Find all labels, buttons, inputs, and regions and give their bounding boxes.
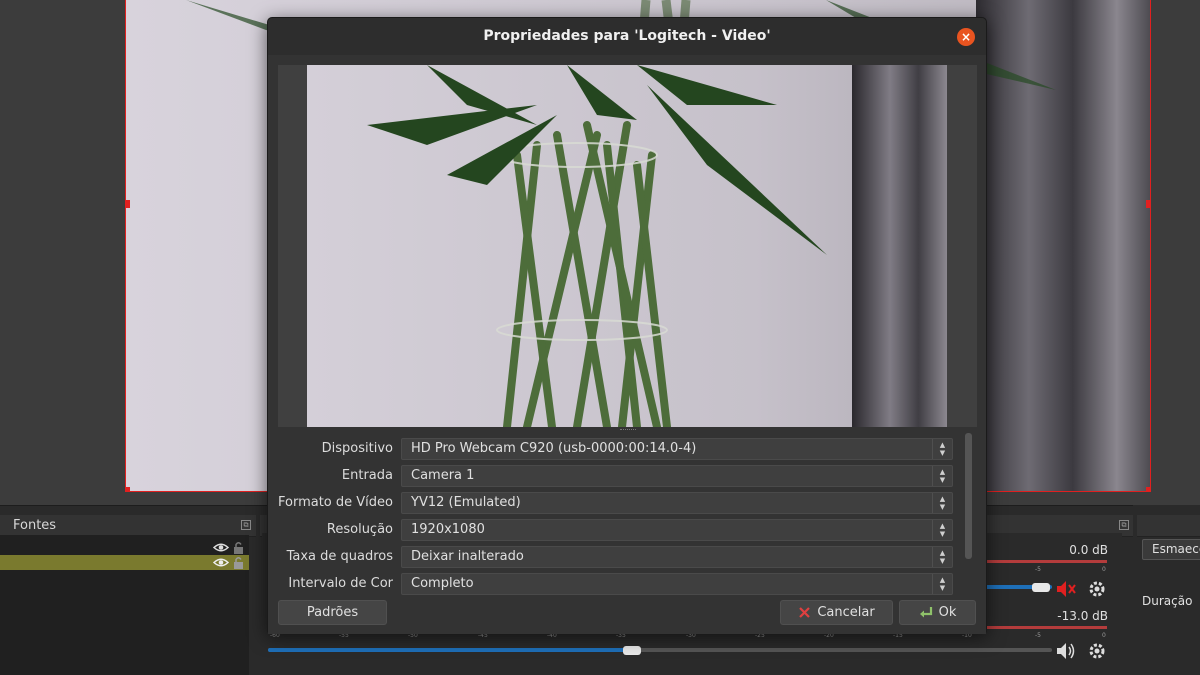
source-item[interactable] [0,540,249,555]
combo-value: YV12 (Emulated) [411,495,521,510]
source-item-selected[interactable] [0,555,249,570]
combo-arrows-icon: ▲ ▼ [932,493,952,513]
meter-tick: 0 [1102,632,1106,639]
resolution-select[interactable]: 1920x1080 ▲ ▼ [401,519,953,541]
ok-icon [919,607,932,618]
property-label: Resolução [326,522,393,537]
sources-title: Fontes [13,518,57,533]
channel1-volume-knob[interactable] [1032,583,1050,592]
float-dock-icon[interactable]: ⧉ [241,520,251,530]
cancel-button[interactable]: Cancelar [780,600,893,625]
properties-scrollbar[interactable] [965,433,972,559]
cancel-icon [799,607,811,618]
duration-label: Duração [1142,594,1193,608]
property-device: Dispositivo HD Pro Webcam C920 (usb-0000… [278,438,958,460]
meter-tick: -5 [1035,566,1041,573]
device-select[interactable]: HD Pro Webcam C920 (usb-0000:00:14.0-4) … [401,438,953,460]
channel2-meter [982,626,1107,629]
meter-tick: -5 [1035,632,1041,639]
channel2-db-readout: -13.0 dB [1057,609,1108,623]
splitter-handle[interactable] [620,429,636,432]
video-format-select[interactable]: YV12 (Emulated) ▲ ▼ [401,492,953,514]
combo-value: Deixar inalterado [411,549,524,564]
transition-value: Esmaecer [1152,542,1200,556]
color-range-select[interactable]: Completo ▲ ▼ [401,573,953,595]
lock-icon[interactable] [231,556,247,569]
channel2-volume-knob[interactable] [623,646,641,655]
dialog-title: Propriedades para 'Logitech - Video' [483,28,771,44]
transitions-dock-title [1137,515,1200,537]
combo-value: Completo [411,576,474,591]
defaults-button[interactable]: Padrões [278,600,387,625]
properties-list: Dispositivo HD Pro Webcam C920 (usb-0000… [278,438,968,595]
property-label: Formato de Vídeo [278,495,393,510]
source-preview [278,65,977,427]
close-icon[interactable]: × [957,28,975,46]
gear-icon[interactable] [1086,641,1108,661]
sources-list [0,535,249,675]
speaker-icon[interactable] [1055,641,1077,661]
channel2-volume-fill [268,648,629,652]
float-dock-icon[interactable]: ⧉ [1119,520,1129,530]
property-label: Dispositivo [321,441,393,456]
property-label: Taxa de quadros [286,549,393,564]
property-frame-rate: Taxa de quadros Deixar inalterado ▲ ▼ [278,546,958,568]
combo-arrows-icon: ▲ ▼ [932,439,952,459]
transition-select[interactable]: Esmaecer [1142,539,1200,560]
webcam-preview-image [307,65,947,427]
transform-handle[interactable] [1146,200,1150,208]
combo-arrows-icon: ▲ ▼ [932,520,952,540]
cancel-label: Cancelar [817,605,875,620]
meter-tick: 0 [1102,566,1106,573]
eye-icon[interactable] [213,556,229,569]
channel1-meter [982,560,1107,563]
dialog-body: Dispositivo HD Pro Webcam C920 (usb-0000… [268,55,986,634]
property-video-format: Formato de Vídeo YV12 (Emulated) ▲ ▼ [278,492,958,514]
mute-speaker-icon[interactable] [1055,579,1077,599]
defaults-label: Padrões [306,605,359,620]
lock-icon[interactable] [231,541,247,554]
dialog-titlebar[interactable]: Propriedades para 'Logitech - Video' × [268,18,986,55]
combo-arrows-icon: ▲ ▼ [932,547,952,567]
combo-arrows-icon: ▲ ▼ [932,574,952,594]
property-label: Entrada [341,468,393,483]
sources-dock-title: Fontes [0,515,256,537]
combo-value: HD Pro Webcam C920 (usb-0000:00:14.0-4) [411,441,697,456]
property-input: Entrada Camera 1 ▲ ▼ [278,465,958,487]
transform-handle[interactable] [126,487,130,491]
eye-icon[interactable] [213,541,229,554]
ok-button[interactable]: Ok [899,600,976,625]
property-color-range: Intervalo de Cor Completo ▲ ▼ [278,573,958,595]
combo-value: 1920x1080 [411,522,485,537]
channel1-db-readout: 0.0 dB [1069,543,1108,557]
input-select[interactable]: Camera 1 ▲ ▼ [401,465,953,487]
transform-handle[interactable] [1146,487,1150,491]
ok-label: Ok [938,605,957,620]
property-resolution: Resolução 1920x1080 ▲ ▼ [278,519,958,541]
property-label: Intervalo de Cor [288,576,393,591]
gear-icon[interactable] [1086,579,1108,599]
properties-dialog: Propriedades para 'Logitech - Video' × D… [267,17,987,634]
combo-value: Camera 1 [411,468,475,483]
frame-rate-select[interactable]: Deixar inalterado ▲ ▼ [401,546,953,568]
transform-handle[interactable] [126,200,130,208]
combo-arrows-icon: ▲ ▼ [932,466,952,486]
